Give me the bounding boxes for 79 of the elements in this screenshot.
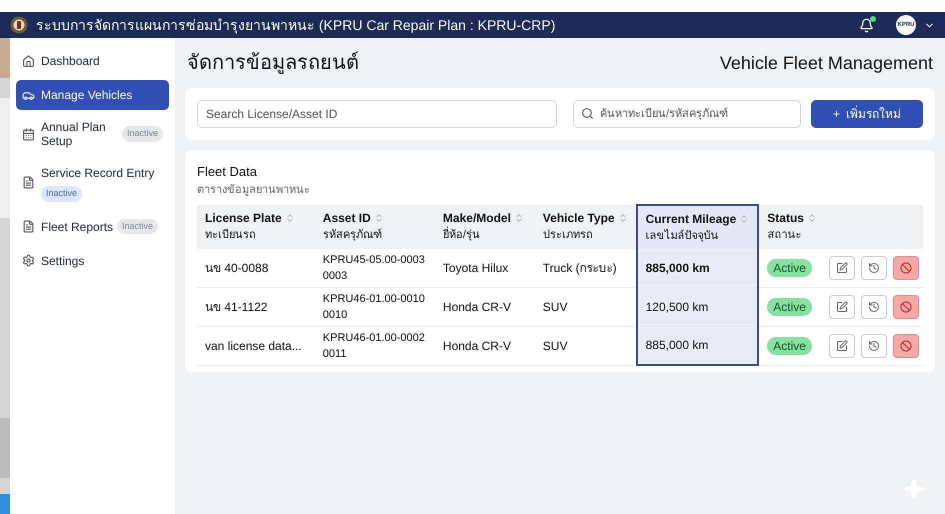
sidebar-item[interactable]: Annual Plan Setup Inactive [16,114,169,154]
sidebar-item[interactable]: Fleet Reports Inactive [16,212,169,242]
table-title: Fleet Data [197,163,258,181]
sidebar-label: Annual Plan Setup [41,120,107,148]
status-badge: Active [767,336,812,354]
sidebar-label: Settings [41,252,84,270]
page-title: จัดการข้อมูลรถยนต์ [187,50,359,76]
status-badge: Inactive [41,186,82,202]
status-badge: Active [767,298,812,316]
history-button[interactable] [861,334,887,358]
table-cell: SUV [534,326,637,365]
table-subtitle: ตารางข้อมูลยานพาหนะ [197,182,311,198]
table-cell: Toyota Hilux [434,248,535,287]
sidebar-item[interactable]: Settings [16,246,169,276]
table-cell: 885,000 km [636,248,758,287]
thai-search-field[interactable]: ค้นหาทะเบียน/รหัสครุภัณฑ์ [573,100,801,128]
history-icon [868,340,880,352]
calendar-icon [22,128,35,140]
settings-icon [22,254,35,267]
app-title: ระบบการจัดการแผนการซ่อมบำรุงยานพาหนะ (KPRU Car Repair Plan : KPRU-CRP) [36,16,556,36]
sort-icon [739,214,750,224]
edit-button[interactable] [829,256,855,280]
delete-button[interactable] [893,256,919,280]
sidebar-label: Dashboard [41,53,100,70]
column-header[interactable]: License Plate ทะเบียนรถ [197,205,315,248]
column-header[interactable]: Status สถานะ [758,205,825,248]
column-header[interactable]: Asset ID รหัสครุภัณฑ์ [314,205,435,248]
sort-icon [374,213,384,223]
ban-icon [900,262,912,274]
sidebar-item[interactable]: Dashboard [16,46,169,76]
delete-button[interactable] [893,294,919,318]
status-badge: Active [767,258,812,276]
delete-button[interactable] [893,334,919,358]
table-cell: KPRU46-01.00-0002 0011 [314,326,435,365]
column-header[interactable]: Make/Model ยี่ห้อ/รุ่น [434,205,535,248]
logo-icon [10,16,28,34]
add-vehicle-button[interactable]: + เพิ่มรถใหม่ [811,100,923,128]
page-subtitle: Vehicle Fleet Management [720,52,933,75]
document-icon [22,176,35,190]
sidebar-label: Manage Vehicles [41,87,132,104]
ban-icon [900,300,912,312]
edit-icon [836,262,848,274]
sort-icon [618,213,628,223]
sort-icon [284,213,295,223]
table-cell: Truck (กระบะ) [534,248,637,287]
edit-icon [836,300,848,312]
notification-button[interactable] [859,18,874,32]
table-cell: SUV [534,287,637,326]
history-button[interactable] [861,294,887,318]
edit-button[interactable] [829,334,855,358]
edit-icon [836,340,848,352]
table-cell: นข 41-1122 [197,287,315,326]
table-cell: KPRU46-01.00-0010 0010 [314,287,435,326]
sort-icon [806,213,817,223]
history-icon [868,262,880,274]
table-cell: 120,500 km [636,287,758,326]
sidebar-item[interactable]: Manage Vehicles [16,80,169,110]
status-badge: Inactive [117,218,158,234]
table-cell: KPRU45-05.00-0003 0003 [314,248,435,287]
search-icon [581,107,594,120]
document-icon [22,220,35,233]
table-cell: Honda CR-V [434,287,535,326]
history-icon [868,300,880,312]
sidebar-item[interactable]: Service Record Entry Inactive [16,158,169,208]
table-cell: Honda CR-V [434,326,535,365]
ban-icon [900,340,912,352]
column-header[interactable]: Vehicle Type ประเภทรถ [534,205,637,248]
sidebar-label: Service Record Entry [41,165,154,182]
search-field[interactable]: Search License/Asset ID [197,100,557,128]
home-icon [22,54,35,68]
edit-button[interactable] [829,294,855,318]
sort-icon [514,213,524,223]
column-header[interactable]: Current Mileage เลขไมล์ปัจจุบัน [636,205,758,248]
table-cell: van license data... [197,326,315,365]
table-cell: นข 40-0088 [197,248,315,287]
status-badge: Inactive [122,126,163,142]
table-cell: 885,000 km [636,326,758,365]
sidebar-label: Fleet Reports [41,218,114,236]
history-button[interactable] [861,256,887,280]
